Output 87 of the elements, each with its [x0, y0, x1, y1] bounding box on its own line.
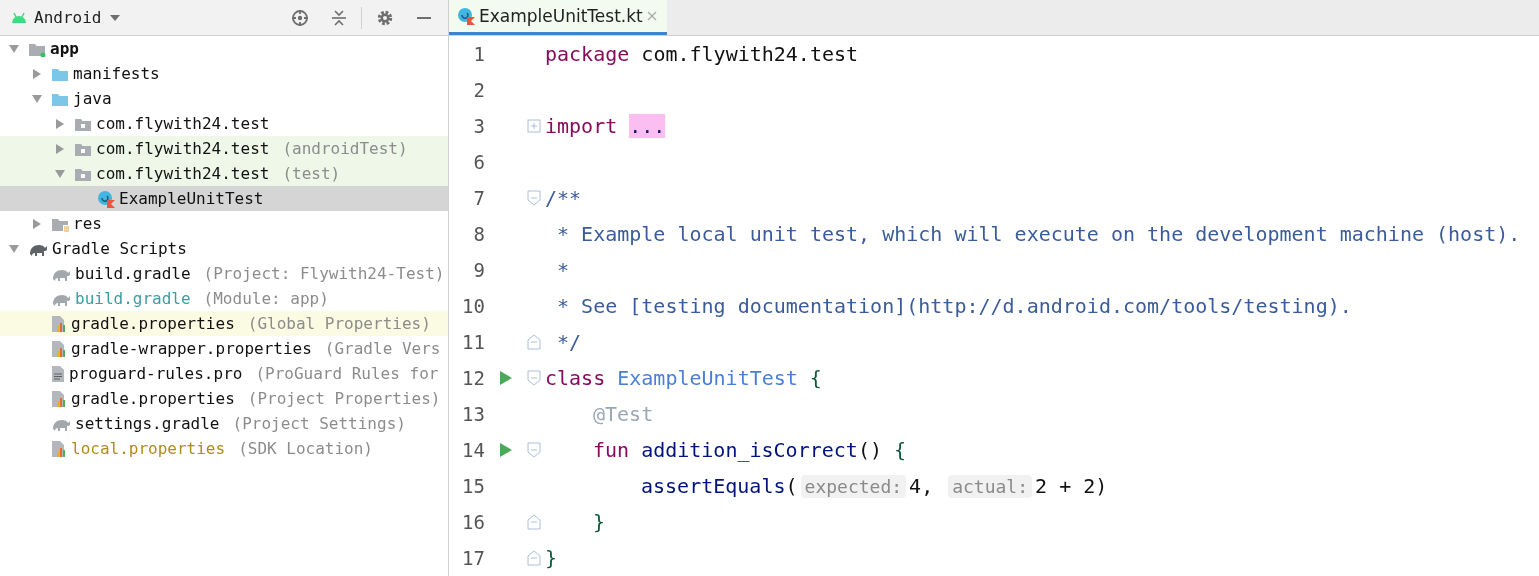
- close-icon[interactable]: [646, 11, 657, 21]
- tree-item[interactable]: build.gradle (Project: Flywith24-Test): [0, 261, 448, 286]
- code-text: com.flywith24.test: [640, 42, 859, 66]
- function-call: assertEquals: [641, 474, 786, 498]
- kotlin-class-icon: [457, 7, 475, 25]
- brace: {: [893, 438, 906, 462]
- tree-item[interactable]: manifests: [0, 61, 448, 86]
- keyword: class: [545, 366, 606, 390]
- line-number: 10: [461, 295, 485, 317]
- run-icon[interactable]: [499, 442, 513, 458]
- tree-item[interactable]: res: [0, 211, 448, 236]
- tree-item[interactable]: settings.gradle (Project Settings): [0, 411, 448, 436]
- keyword: fun: [593, 438, 630, 462]
- caret-icon: [109, 13, 122, 22]
- tree-item[interactable]: gradle.properties (Global Properties): [0, 311, 448, 336]
- run-icon[interactable]: [499, 370, 513, 386]
- line-number: 12: [461, 367, 485, 389]
- line-number: 13: [461, 403, 485, 425]
- tree-item[interactable]: ExampleUnitTest: [0, 186, 448, 211]
- expander-icon[interactable]: [54, 117, 66, 130]
- tree-item[interactable]: com.flywith24.test (test): [0, 161, 448, 186]
- parameter-hint: actual:: [948, 474, 1033, 498]
- parameter-hint: expected:: [800, 474, 907, 498]
- view-selector[interactable]: Android: [34, 8, 122, 27]
- editor-tab[interactable]: ExampleUnitTest.kt: [449, 0, 667, 35]
- function-name: addition_isCorrect: [641, 438, 858, 462]
- properties-file-icon: [51, 314, 67, 333]
- text-file-icon: [51, 364, 65, 383]
- doc-comment: * See [testing documentation](http://d.android.com/tools/testing).: [556, 294, 1352, 318]
- code-text: 2 + 2): [1035, 474, 1108, 498]
- keyword: package: [545, 42, 630, 66]
- line-number: 9: [472, 259, 485, 281]
- line-number: 16: [461, 511, 485, 533]
- tree-item[interactable]: proguard-rules.pro (ProGuard Rules for: [0, 361, 448, 386]
- fold-marker-icon[interactable]: [527, 514, 541, 530]
- code-text: (: [785, 474, 798, 498]
- brace: {: [809, 366, 822, 390]
- expander-icon[interactable]: [54, 142, 66, 155]
- tree-item[interactable]: app: [0, 36, 448, 61]
- settings-icon[interactable]: [376, 8, 394, 27]
- annotation: @Test: [593, 402, 654, 426]
- tree-item[interactable]: com.flywith24.test: [0, 111, 448, 136]
- properties-file-icon: [51, 339, 67, 358]
- keyword: import: [545, 114, 618, 138]
- locate-icon[interactable]: [291, 8, 309, 27]
- expander-icon[interactable]: [31, 67, 43, 80]
- line-number: 7: [472, 187, 485, 209]
- expander-icon[interactable]: [8, 42, 20, 55]
- line-number: 1: [472, 43, 485, 65]
- properties-file-icon: [51, 389, 67, 408]
- properties-file-icon: [51, 439, 67, 458]
- fold-marker-icon[interactable]: [527, 190, 541, 206]
- fold-marker-icon[interactable]: [527, 442, 541, 458]
- expander-icon[interactable]: [54, 167, 66, 180]
- code-text: 4,: [909, 474, 934, 498]
- line-number: 15: [461, 475, 485, 497]
- line-number: 17: [461, 547, 485, 569]
- line-number: 11: [461, 331, 485, 353]
- expander-icon[interactable]: [31, 92, 43, 105]
- line-number: 8: [472, 223, 485, 245]
- line-number: 2: [472, 79, 485, 101]
- tree-item[interactable]: java: [0, 86, 448, 111]
- doc-comment: *: [556, 258, 570, 282]
- line-number: 3: [472, 115, 485, 137]
- collapse-all-icon[interactable]: [331, 8, 347, 27]
- doc-comment: /**: [545, 186, 582, 210]
- doc-comment: */: [556, 330, 582, 354]
- kotlin-class-icon: [97, 189, 115, 208]
- folded-imports[interactable]: ...: [629, 114, 666, 138]
- tree-item[interactable]: gradle.properties (Project Properties): [0, 386, 448, 411]
- fold-marker-icon[interactable]: [527, 118, 541, 134]
- line-number: 14: [461, 439, 485, 461]
- line-number: 6: [472, 151, 485, 173]
- fold-marker-icon[interactable]: [527, 334, 541, 350]
- brace: }: [593, 510, 606, 534]
- tree-item[interactable]: Gradle Scripts: [0, 236, 448, 261]
- tree-item[interactable]: gradle-wrapper.properties (Gradle Vers: [0, 336, 448, 361]
- expander-icon[interactable]: [31, 217, 43, 230]
- fold-marker-icon[interactable]: [527, 550, 541, 566]
- class-name: ExampleUnitTest: [617, 366, 798, 390]
- fold-marker-icon[interactable]: [527, 370, 541, 386]
- brace: }: [545, 546, 558, 570]
- tree-item[interactable]: com.flywith24.test (androidTest): [0, 136, 448, 161]
- code-text: (): [857, 438, 882, 462]
- doc-comment: * Example local unit test, which will execute on the development machine (host).: [556, 222, 1521, 246]
- android-icon: [10, 11, 28, 24]
- expander-icon[interactable]: [8, 242, 20, 255]
